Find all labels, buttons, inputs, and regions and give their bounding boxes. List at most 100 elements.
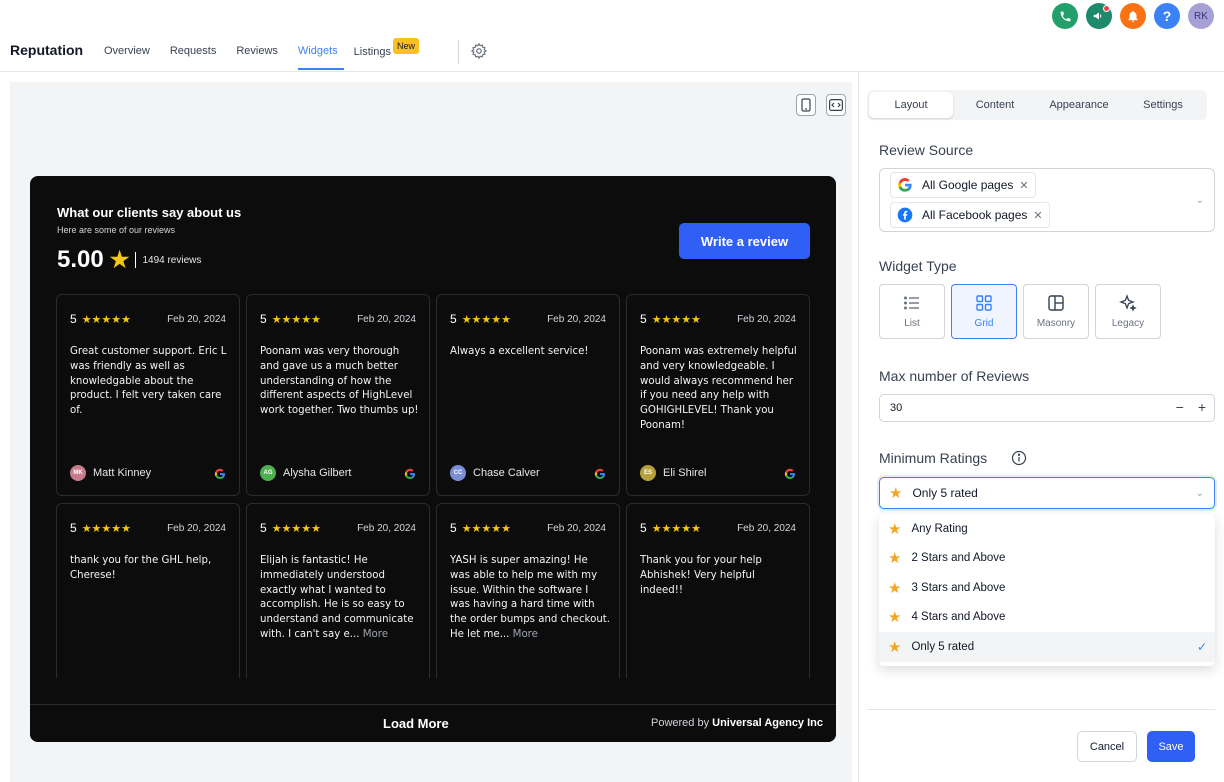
widget-type-label: Grid [974,318,994,329]
star-rating-icons: ★★★★★ [81,313,131,326]
source-label: All Google pages [922,178,1014,192]
load-more-button[interactable]: Load More [383,716,449,731]
rating-number: 5 [70,312,77,326]
write-review-button[interactable]: Write a review [679,223,810,259]
score-value: 5.00 [57,246,104,273]
increment-icon[interactable]: + [1198,399,1206,415]
review-card: 5 ★★★★★ Feb 20, 2024 Thank you for your h… [626,503,810,678]
selected-rating: Only 5 rated [912,486,978,500]
tab-appearance[interactable]: Appearance [1037,92,1121,118]
tab-widgets[interactable]: Widgets [297,36,344,70]
widget-type-masonry[interactable]: Masonry [1023,284,1089,339]
option-label: 3 Stars and Above [911,581,1006,594]
google-icon [784,468,795,480]
author-name: Chase Calver [473,467,540,479]
tab-label: Widgets [297,45,338,57]
option-2-stars[interactable]: ★ 2 Stars and Above [879,544,1215,574]
settings-panel: Layout Content Appearance Settings Revie… [858,72,1224,782]
notification-dot [1103,5,1110,12]
tab-content[interactable]: Content [953,92,1037,118]
phone-icon[interactable] [1052,3,1078,29]
score-divider [135,252,137,268]
card-rating: 5 ★★★★★ [260,312,321,326]
star-rating-icons: ★★★★★ [461,313,511,326]
review-card: 5 ★★★★★ Feb 20, 2024 Always a excellent s… [436,294,620,496]
remove-source-icon[interactable]: ✕ [1019,179,1028,192]
author-name: Eli Shirel [663,467,707,479]
card-rating: 5 ★★★★★ [70,521,131,535]
panel-tabs: Layout Content Appearance Settings [867,90,1207,120]
decrement-icon[interactable]: − [1176,399,1184,415]
card-rating: 5 ★★★★★ [640,521,701,535]
tab-requests[interactable]: Requests [170,36,226,70]
nav-divider [458,40,459,64]
gear-icon[interactable] [470,42,488,60]
review-count: 1494 reviews [142,254,202,266]
review-source-select[interactable]: All Google pages ✕ All Facebook pages ✕ … [879,168,1215,232]
max-reviews-label: Max number of Reviews [879,368,1030,384]
rating-number: 5 [640,312,647,326]
review-author: ES Eli Shirel [640,465,706,481]
widget-type-grid[interactable]: Grid [951,284,1017,339]
chevron-down-icon: ⌄ [1195,195,1204,206]
tab-settings[interactable]: Settings [1121,92,1205,118]
max-reviews-stepper[interactable]: 30 − + [879,394,1215,422]
max-reviews-value: 30 [890,402,903,414]
star-icon: ★ [888,550,902,568]
mobile-preview-icon[interactable] [796,94,816,116]
rating-number: 5 [260,312,267,326]
megaphone-icon[interactable] [1086,3,1112,29]
widget-type-list[interactable]: List [879,284,945,339]
read-more-link[interactable]: More [363,629,388,640]
review-text: Poonam was very thorough and gave us a m… [260,346,419,417]
review-text: Elijah is fantastic! He immediately unde… [260,555,414,640]
read-more-link[interactable]: More [513,629,538,640]
option-label: 4 Stars and Above [911,611,1006,624]
option-any-rating[interactable]: ★ Any Rating [879,514,1215,544]
tab-label: Listings [353,46,391,58]
rating-dropdown-menu: ★ Any Rating ★ 2 Stars and Above ★ 3 Stars … [879,514,1215,666]
remove-source-icon[interactable]: ✕ [1033,209,1042,222]
save-button[interactable]: Save [1147,731,1195,762]
tab-overview[interactable]: Overview [104,36,160,70]
chevron-down-icon: ⌄ [1195,487,1204,499]
card-rating: 5 ★★★★★ [640,312,701,326]
widget-footer: Load More Powered by Universal Agency In… [30,704,836,742]
reviews-widget: What our clients say about us Here are s… [30,176,836,742]
bell-icon[interactable] [1120,3,1146,29]
info-icon[interactable] [1011,450,1027,466]
help-icon[interactable]: ? [1154,3,1180,29]
cancel-button[interactable]: Cancel [1077,731,1137,762]
review-card: 5 ★★★★★ Feb 20, 2024 YASH is super amazin… [436,503,620,678]
review-text-container: Elijah is fantastic! He immediately unde… [260,554,420,643]
tab-listings[interactable]: Listings New [354,36,429,70]
review-card: 5 ★★★★★ Feb 20, 2024 thank you for the GH… [56,503,240,678]
card-rating: 5 ★★★★★ [450,521,511,535]
powered-prefix: Powered by [650,717,710,729]
min-ratings-select[interactable]: ★ Only 5 rated ⌄ [879,477,1215,509]
top-right-icons: ? RK [1052,3,1214,29]
powered-by: Powered by Universal Agency Inc [651,717,823,729]
help-icon-glyph: ? [1162,8,1172,24]
tab-reviews[interactable]: Reviews [236,36,288,70]
tab-layout[interactable]: Layout [869,92,953,118]
check-icon: ✓ [1196,639,1207,654]
option-label: 2 Stars and Above [911,552,1006,565]
google-icon [594,468,605,480]
google-icon [898,178,912,192]
avatar[interactable]: RK [1188,3,1214,29]
rating-number: 5 [70,521,77,535]
review-text: Thank you for your help Abhishek! Very h… [640,555,762,596]
card-rating: 5 ★★★★★ [260,521,321,535]
option-4-stars[interactable]: ★ 4 Stars and Above [879,603,1215,633]
widget-type-legacy[interactable]: Legacy [1095,284,1161,339]
min-ratings-label: Minimum Ratings [879,450,988,466]
widget-subtitle: Here are some of our reviews [57,225,176,235]
option-only-5[interactable]: ★ Only 5 rated ✓ [879,632,1215,662]
star-rating-icons: ★★★★★ [81,522,131,535]
embed-code-icon[interactable] [826,94,846,116]
google-icon [214,468,225,480]
review-date: Feb 20, 2024 [547,523,606,534]
widget-title: What our clients say about us [57,205,242,220]
option-3-stars[interactable]: ★ 3 Stars and Above [879,573,1215,603]
